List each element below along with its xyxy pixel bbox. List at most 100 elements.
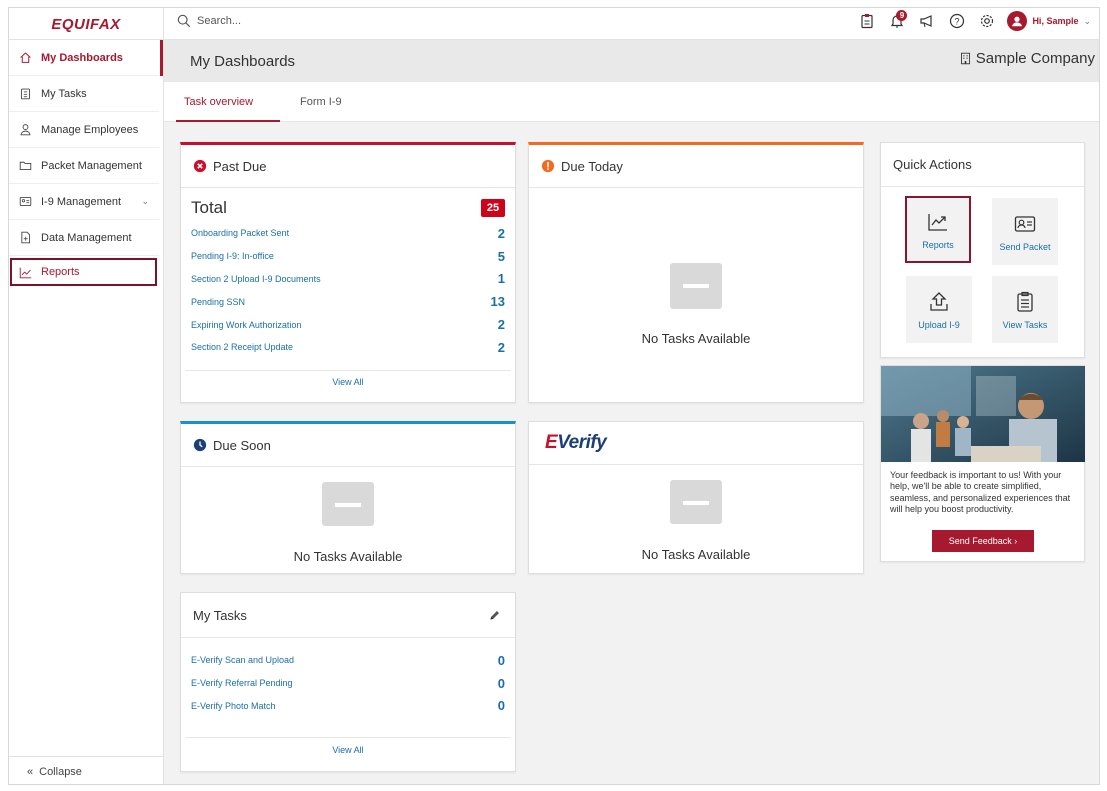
- quick-actions-header: Quick Actions: [881, 143, 1084, 187]
- view-all-link[interactable]: View All: [181, 377, 515, 387]
- empty-state-icon: [670, 263, 722, 309]
- sidebar-item-i9-management[interactable]: I-9 Management ⌄: [9, 184, 159, 220]
- equifax-logo[interactable]: EQUIFAX: [51, 16, 120, 33]
- chevron-down-icon: ⌄: [1083, 15, 1091, 26]
- list-item[interactable]: Onboarding Packet Sent 2: [181, 222, 515, 245]
- quick-action-label: Send Packet: [999, 241, 1051, 252]
- list-item[interactable]: E-Verify Photo Match 0: [181, 695, 515, 718]
- quick-action-label: View Tasks: [1002, 319, 1048, 330]
- company-name: Sample Company: [959, 50, 1095, 67]
- task-link[interactable]: Section 2 Receipt Update: [191, 342, 293, 352]
- everify-logo-prefix: E: [545, 432, 558, 453]
- document-icon: [21, 231, 31, 244]
- list-item[interactable]: Section 2 Receipt Update 2: [181, 336, 515, 359]
- avatar: [1007, 11, 1028, 31]
- total-count-badge[interactable]: 25: [481, 199, 505, 217]
- building-icon: [960, 52, 970, 65]
- send-packet-quick-action-button[interactable]: Send Packet: [992, 198, 1058, 265]
- clipboard-icon: [1017, 291, 1033, 312]
- list-item[interactable]: E-Verify Referral Pending 0: [181, 672, 515, 695]
- due-soon-header: Due Soon: [181, 424, 515, 467]
- top-bar: EQUIFAX Search... 9 ? Hi, Sample ⌄: [9, 8, 1099, 40]
- sidebar-item-reports[interactable]: Reports: [10, 258, 157, 286]
- quick-actions-card: Quick Actions Reports Send Packet Upload…: [880, 142, 1085, 358]
- sidebar-item-label: Data Management: [41, 231, 132, 244]
- task-count[interactable]: 0: [498, 698, 505, 713]
- past-due-card: Past Due Total 25 Onboarding Packet Sent…: [180, 142, 516, 403]
- logo-area[interactable]: EQUIFAX: [9, 8, 164, 40]
- task-count[interactable]: 2: [498, 226, 505, 241]
- due-today-title: Due Today: [561, 158, 623, 174]
- list-item[interactable]: E-Verify Scan and Upload 0: [181, 649, 515, 672]
- list-item[interactable]: Expiring Work Authorization 2: [181, 313, 515, 336]
- task-link[interactable]: Section 2 Upload I-9 Documents: [191, 274, 321, 284]
- active-tab-indicator: [176, 120, 280, 122]
- folder-icon: [19, 161, 32, 171]
- sidebar-item-data-management[interactable]: Data Management: [9, 220, 159, 256]
- top-icons: 9 ? Hi, Sample ⌄: [857, 10, 1091, 31]
- quick-actions-title: Quick Actions: [893, 157, 972, 172]
- view-all-link[interactable]: View All: [181, 745, 515, 755]
- task-link[interactable]: E-Verify Scan and Upload: [191, 655, 294, 665]
- person-icon: [20, 124, 31, 136]
- task-clipboard-icon[interactable]: [857, 11, 877, 31]
- task-count[interactable]: 2: [498, 340, 505, 355]
- search-bar[interactable]: Search...: [177, 14, 241, 28]
- empty-state-text: No Tasks Available: [641, 331, 751, 346]
- task-count[interactable]: 2: [498, 317, 505, 332]
- sidebar-item-manage-employees[interactable]: Manage Employees: [9, 112, 159, 148]
- list-item[interactable]: Section 2 Upload I-9 Documents 1: [181, 268, 515, 291]
- user-greeting: Hi, Sample: [1032, 16, 1079, 26]
- svg-text:?: ?: [955, 17, 960, 27]
- help-icon[interactable]: ?: [947, 11, 967, 31]
- megaphone-icon[interactable]: [917, 11, 937, 31]
- bell-icon[interactable]: 9: [887, 10, 908, 31]
- task-link[interactable]: Pending SSN: [191, 297, 245, 307]
- pencil-icon[interactable]: [488, 609, 501, 622]
- user-menu[interactable]: Hi, Sample ⌄: [1007, 11, 1091, 31]
- task-count[interactable]: 0: [498, 676, 505, 691]
- my-tasks-list: E-Verify Scan and Upload 0 E-Verify Refer…: [181, 638, 515, 717]
- view-tasks-quick-action-button[interactable]: View Tasks: [992, 276, 1058, 343]
- home-icon: [20, 52, 31, 63]
- sidebar-item-label: Reports: [41, 266, 80, 278]
- search-input[interactable]: Search...: [197, 15, 241, 27]
- divider: [185, 737, 511, 738]
- task-count[interactable]: 5: [498, 249, 505, 264]
- sidebar-item-label: Manage Employees: [41, 123, 139, 136]
- warning-circle-icon: [541, 159, 555, 173]
- chart-icon: [19, 267, 32, 278]
- feedback-promo-card: Your feedback is important to us! With y…: [880, 365, 1085, 562]
- task-link[interactable]: Expiring Work Authorization: [191, 320, 301, 330]
- task-count[interactable]: 1: [498, 271, 505, 286]
- sidebar-item-my-dashboards[interactable]: My Dashboards: [9, 40, 163, 76]
- gear-icon[interactable]: [977, 11, 997, 31]
- send-feedback-button[interactable]: Send Feedback ›: [932, 530, 1034, 552]
- due-soon-card: Due Soon No Tasks Available: [180, 421, 516, 574]
- sidebar-item-my-tasks[interactable]: My Tasks: [9, 76, 159, 112]
- upload-i9-quick-action-button[interactable]: Upload I-9: [906, 276, 972, 343]
- sidebar-item-packet-management[interactable]: Packet Management: [9, 148, 159, 184]
- task-link[interactable]: Pending I-9: In-office: [191, 251, 274, 261]
- empty-state-icon: [670, 480, 722, 524]
- task-link[interactable]: Onboarding Packet Sent: [191, 228, 289, 238]
- sidebar-item-label: My Tasks: [41, 87, 87, 100]
- task-count[interactable]: 0: [498, 653, 505, 668]
- tab-task-overview[interactable]: Task overview: [184, 96, 253, 108]
- total-label: Total: [191, 198, 227, 217]
- chart-icon: [928, 213, 947, 231]
- reports-quick-action-button[interactable]: Reports: [905, 196, 971, 263]
- id-card-icon: [1014, 215, 1036, 232]
- task-count[interactable]: 13: [491, 294, 505, 309]
- upload-icon: [930, 291, 948, 311]
- list-item[interactable]: Pending SSN 13: [181, 290, 515, 313]
- task-link[interactable]: E-Verify Referral Pending: [191, 678, 293, 688]
- my-tasks-title: My Tasks: [193, 607, 247, 623]
- office-team-photo: [881, 366, 1085, 462]
- tab-form-i9[interactable]: Form I-9: [300, 96, 342, 108]
- due-today-card: Due Today No Tasks Available: [528, 142, 864, 403]
- chevron-down-icon[interactable]: ⌄: [141, 196, 149, 207]
- collapse-button[interactable]: « Collapse: [9, 756, 164, 784]
- task-link[interactable]: E-Verify Photo Match: [191, 701, 276, 711]
- list-item[interactable]: Pending I-9: In-office 5: [181, 245, 515, 268]
